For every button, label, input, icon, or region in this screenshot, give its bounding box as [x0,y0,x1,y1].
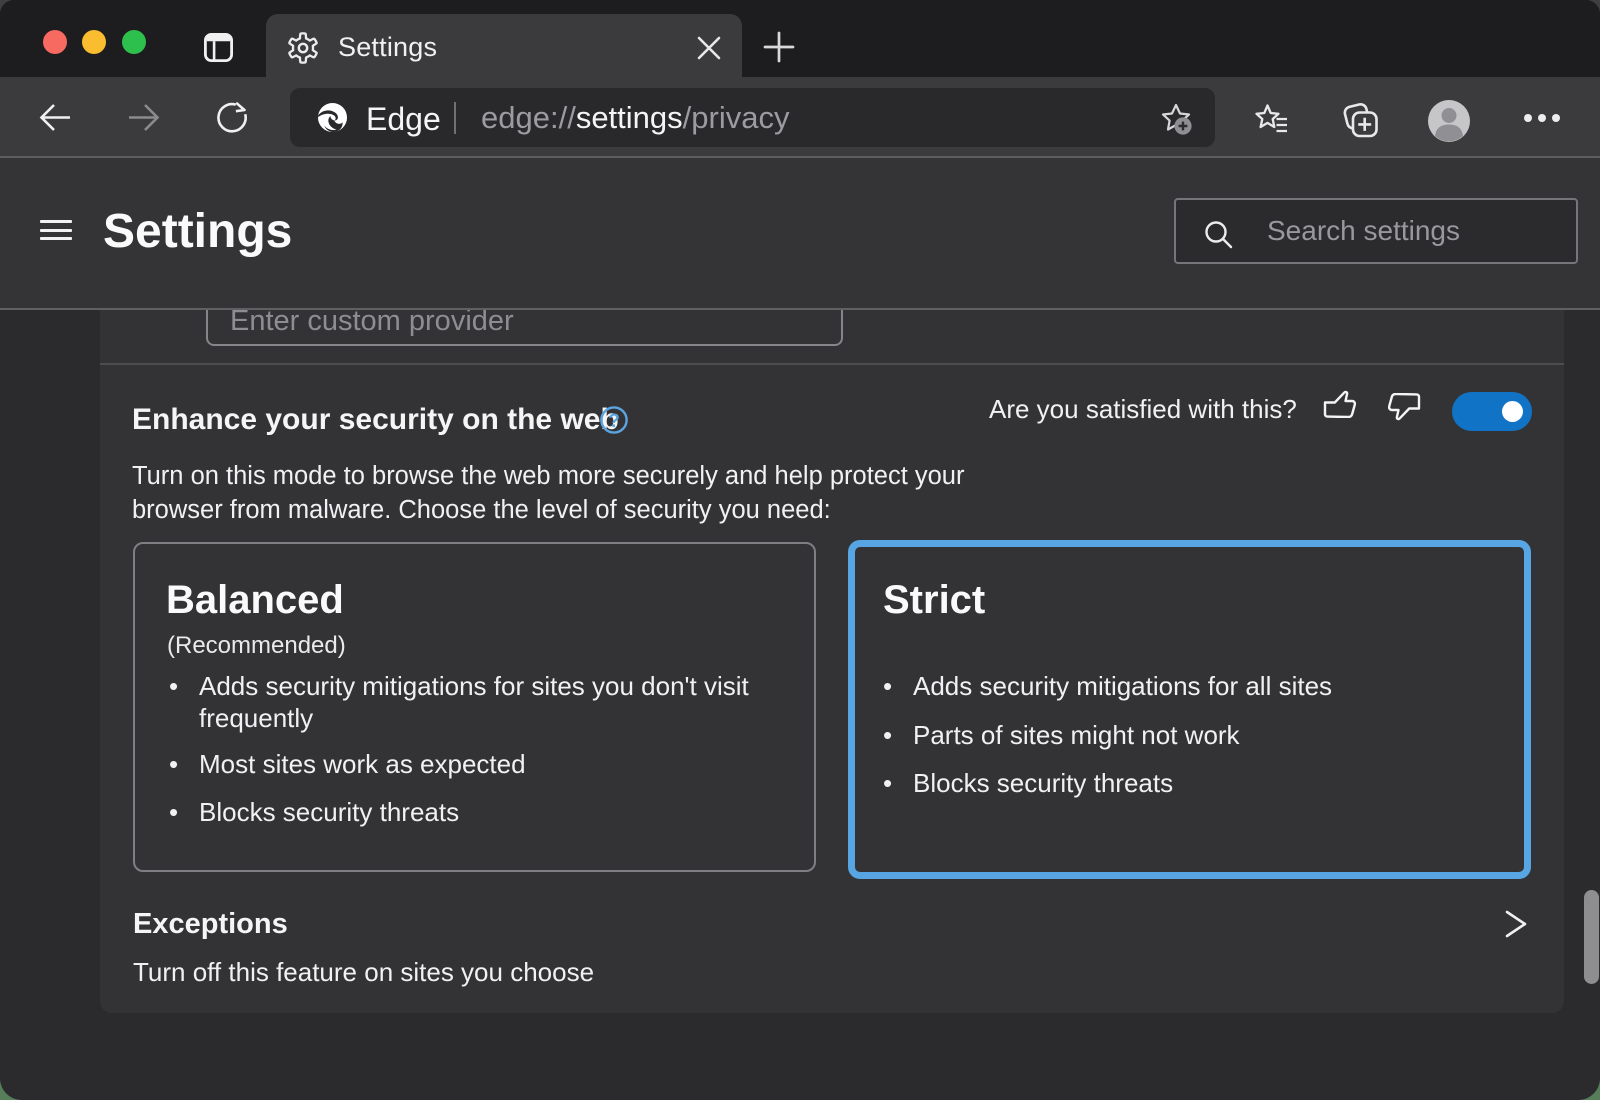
svg-text:?: ? [608,411,620,432]
